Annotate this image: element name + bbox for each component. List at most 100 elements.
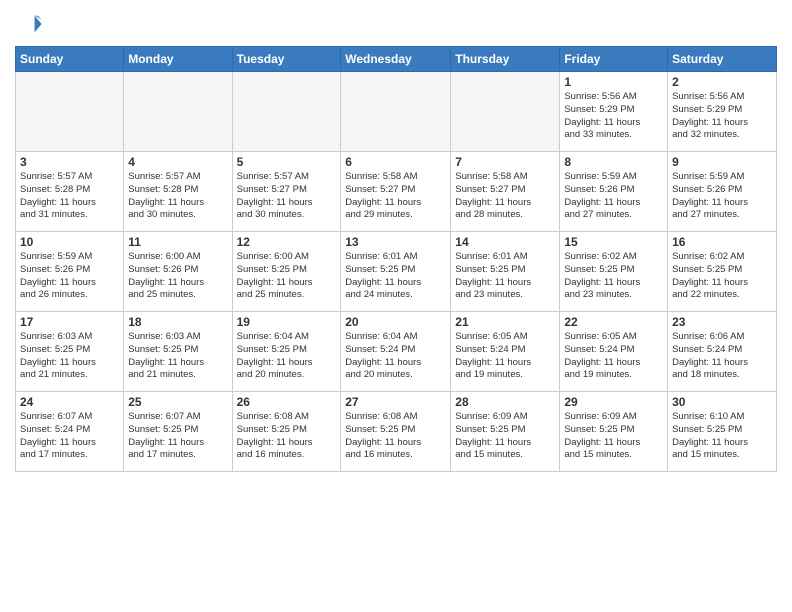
day-number: 12: [237, 235, 337, 249]
day-number: 25: [128, 395, 227, 409]
header: [15, 10, 777, 38]
day-info: Sunrise: 6:01 AM Sunset: 5:25 PM Dayligh…: [345, 251, 446, 302]
calendar-cell: 27 Sunrise: 6:08 AM Sunset: 5:25 PM Dayli…: [341, 392, 451, 472]
calendar-cell: [124, 72, 232, 152]
calendar-cell: 16 Sunrise: 6:02 AM Sunset: 5:25 PM Dayli…: [668, 232, 777, 312]
day-info: Sunrise: 6:00 AM Sunset: 5:26 PM Dayligh…: [128, 251, 227, 302]
calendar-cell: 2 Sunrise: 5:56 AM Sunset: 5:29 PM Daylig…: [668, 72, 777, 152]
weekday-header-tuesday: Tuesday: [232, 47, 341, 72]
calendar-cell: 25 Sunrise: 6:07 AM Sunset: 5:25 PM Dayli…: [124, 392, 232, 472]
calendar-week-2: 3 Sunrise: 5:57 AM Sunset: 5:28 PM Daylig…: [16, 152, 777, 232]
calendar-table: SundayMondayTuesdayWednesdayThursdayFrid…: [15, 46, 777, 472]
day-info: Sunrise: 6:10 AM Sunset: 5:25 PM Dayligh…: [672, 411, 772, 462]
day-info: Sunrise: 6:04 AM Sunset: 5:25 PM Dayligh…: [237, 331, 337, 382]
calendar-cell: [341, 72, 451, 152]
day-info: Sunrise: 5:59 AM Sunset: 5:26 PM Dayligh…: [20, 251, 119, 302]
day-info: Sunrise: 5:58 AM Sunset: 5:27 PM Dayligh…: [345, 171, 446, 222]
calendar-cell: 15Sunrise: 6:02 AM Sunset: 5:25 PM Dayli…: [560, 232, 668, 312]
day-info: Sunrise: 6:03 AM Sunset: 5:25 PM Dayligh…: [128, 331, 227, 382]
day-info: Sunrise: 6:05 AM Sunset: 5:24 PM Dayligh…: [455, 331, 555, 382]
day-number: 23: [672, 315, 772, 329]
day-number: 13: [345, 235, 446, 249]
day-info: Sunrise: 6:08 AM Sunset: 5:25 PM Dayligh…: [345, 411, 446, 462]
day-info: Sunrise: 6:05 AM Sunset: 5:24 PM Dayligh…: [564, 331, 663, 382]
day-info: Sunrise: 5:56 AM Sunset: 5:29 PM Dayligh…: [672, 91, 772, 142]
calendar-cell: 6Sunrise: 5:58 AM Sunset: 5:27 PM Daylig…: [341, 152, 451, 232]
page-container: SundayMondayTuesdayWednesdayThursdayFrid…: [0, 0, 792, 477]
day-info: Sunrise: 6:07 AM Sunset: 5:25 PM Dayligh…: [128, 411, 227, 462]
day-number: 26: [237, 395, 337, 409]
weekday-header-monday: Monday: [124, 47, 232, 72]
calendar-cell: 13 Sunrise: 6:01 AM Sunset: 5:25 PM Dayli…: [341, 232, 451, 312]
calendar-cell: 19 Sunrise: 6:04 AM Sunset: 5:25 PM Dayli…: [232, 312, 341, 392]
calendar-cell: 3 Sunrise: 5:57 AM Sunset: 5:28 PM Daylig…: [16, 152, 124, 232]
day-number: 11: [128, 235, 227, 249]
day-info: Sunrise: 5:59 AM Sunset: 5:26 PM Dayligh…: [672, 171, 772, 222]
calendar-cell: 5 Sunrise: 5:57 AM Sunset: 5:27 PM Daylig…: [232, 152, 341, 232]
calendar-cell: [16, 72, 124, 152]
day-number: 20: [345, 315, 446, 329]
day-info: Sunrise: 5:59 AM Sunset: 5:26 PM Dayligh…: [564, 171, 663, 222]
calendar-cell: 10 Sunrise: 5:59 AM Sunset: 5:26 PM Dayli…: [16, 232, 124, 312]
weekday-header-sunday: Sunday: [16, 47, 124, 72]
weekday-header-friday: Friday: [560, 47, 668, 72]
calendar-cell: 18Sunrise: 6:03 AM Sunset: 5:25 PM Dayli…: [124, 312, 232, 392]
day-info: Sunrise: 6:07 AM Sunset: 5:24 PM Dayligh…: [20, 411, 119, 462]
day-info: Sunrise: 6:04 AM Sunset: 5:24 PM Dayligh…: [345, 331, 446, 382]
day-info: Sunrise: 6:01 AM Sunset: 5:25 PM Dayligh…: [455, 251, 555, 302]
calendar-cell: [451, 72, 560, 152]
calendar-body: 1 Sunrise: 5:56 AM Sunset: 5:29 PM Daylig…: [16, 72, 777, 472]
calendar-cell: 11 Sunrise: 6:00 AM Sunset: 5:26 PM Dayli…: [124, 232, 232, 312]
calendar-week-5: 24 Sunrise: 6:07 AM Sunset: 5:24 PM Dayli…: [16, 392, 777, 472]
day-info: Sunrise: 5:57 AM Sunset: 5:27 PM Dayligh…: [237, 171, 337, 222]
day-number: 15: [564, 235, 663, 249]
calendar-cell: 4Sunrise: 5:57 AM Sunset: 5:28 PM Daylig…: [124, 152, 232, 232]
calendar-week-4: 17 Sunrise: 6:03 AM Sunset: 5:25 PM Dayli…: [16, 312, 777, 392]
day-info: Sunrise: 6:02 AM Sunset: 5:25 PM Dayligh…: [672, 251, 772, 302]
day-number: 22: [564, 315, 663, 329]
day-number: 14: [455, 235, 555, 249]
calendar-cell: 24 Sunrise: 6:07 AM Sunset: 5:24 PM Dayli…: [16, 392, 124, 472]
day-info: Sunrise: 5:57 AM Sunset: 5:28 PM Dayligh…: [128, 171, 227, 222]
day-number: 10: [20, 235, 119, 249]
weekday-header-saturday: Saturday: [668, 47, 777, 72]
weekday-header-wednesday: Wednesday: [341, 47, 451, 72]
day-info: Sunrise: 6:03 AM Sunset: 5:25 PM Dayligh…: [20, 331, 119, 382]
logo: [15, 10, 47, 38]
calendar-cell: [232, 72, 341, 152]
calendar-cell: 29 Sunrise: 6:09 AM Sunset: 5:25 PM Dayli…: [560, 392, 668, 472]
day-number: 17: [20, 315, 119, 329]
day-info: Sunrise: 5:57 AM Sunset: 5:28 PM Dayligh…: [20, 171, 119, 222]
day-info: Sunrise: 6:08 AM Sunset: 5:25 PM Dayligh…: [237, 411, 337, 462]
calendar-cell: 12 Sunrise: 6:00 AM Sunset: 5:25 PM Dayli…: [232, 232, 341, 312]
calendar-cell: 17 Sunrise: 6:03 AM Sunset: 5:25 PM Dayli…: [16, 312, 124, 392]
day-number: 29: [564, 395, 663, 409]
day-number: 1: [564, 75, 663, 89]
calendar-cell: 8 Sunrise: 5:59 AM Sunset: 5:26 PM Daylig…: [560, 152, 668, 232]
day-number: 19: [237, 315, 337, 329]
day-number: 24: [20, 395, 119, 409]
calendar-cell: 21 Sunrise: 6:05 AM Sunset: 5:24 PM Dayli…: [451, 312, 560, 392]
calendar-week-1: 1 Sunrise: 5:56 AM Sunset: 5:29 PM Daylig…: [16, 72, 777, 152]
calendar-cell: 30 Sunrise: 6:10 AM Sunset: 5:25 PM Dayli…: [668, 392, 777, 472]
day-number: 3: [20, 155, 119, 169]
day-info: Sunrise: 6:09 AM Sunset: 5:25 PM Dayligh…: [455, 411, 555, 462]
calendar-cell: 26 Sunrise: 6:08 AM Sunset: 5:25 PM Dayli…: [232, 392, 341, 472]
day-info: Sunrise: 5:56 AM Sunset: 5:29 PM Dayligh…: [564, 91, 663, 142]
day-info: Sunrise: 6:00 AM Sunset: 5:25 PM Dayligh…: [237, 251, 337, 302]
calendar-week-3: 10 Sunrise: 5:59 AM Sunset: 5:26 PM Dayli…: [16, 232, 777, 312]
day-info: Sunrise: 6:09 AM Sunset: 5:25 PM Dayligh…: [564, 411, 663, 462]
calendar-header: SundayMondayTuesdayWednesdayThursdayFrid…: [16, 47, 777, 72]
calendar-cell: 28Sunrise: 6:09 AM Sunset: 5:25 PM Dayli…: [451, 392, 560, 472]
day-number: 8: [564, 155, 663, 169]
calendar-cell: 20 Sunrise: 6:04 AM Sunset: 5:24 PM Dayli…: [341, 312, 451, 392]
day-number: 5: [237, 155, 337, 169]
day-number: 30: [672, 395, 772, 409]
day-number: 21: [455, 315, 555, 329]
day-number: 16: [672, 235, 772, 249]
day-number: 2: [672, 75, 772, 89]
logo-icon: [15, 10, 43, 38]
calendar-cell: 7Sunrise: 5:58 AM Sunset: 5:27 PM Daylig…: [451, 152, 560, 232]
weekday-row: SundayMondayTuesdayWednesdayThursdayFrid…: [16, 47, 777, 72]
day-number: 27: [345, 395, 446, 409]
